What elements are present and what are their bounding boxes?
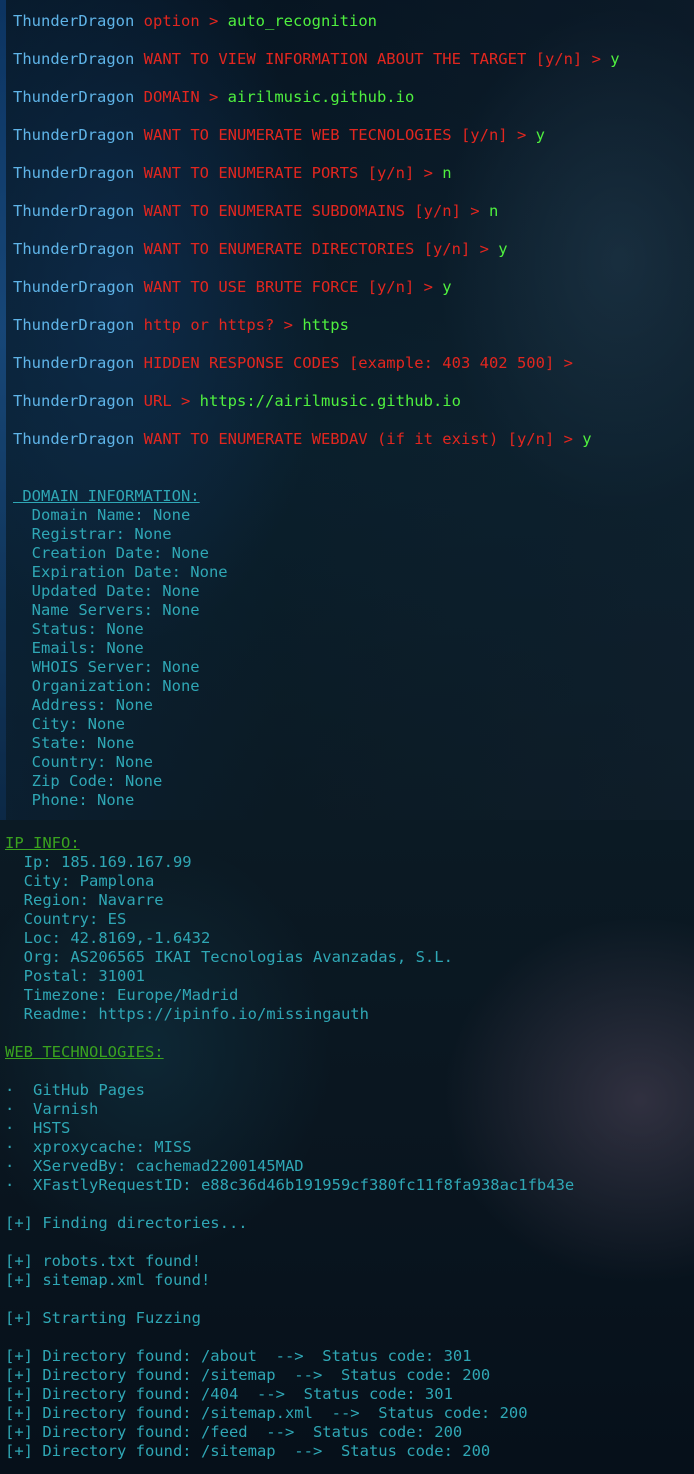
domain-info-row: Domain Name: None bbox=[13, 506, 191, 524]
prompt-user: ThunderDragon bbox=[13, 354, 135, 372]
prompt-question: option > bbox=[143, 12, 228, 30]
finding-directories-line: [+] Finding directories... bbox=[5, 1214, 248, 1232]
fuzzing-line: [+] Strarting Fuzzing bbox=[5, 1309, 201, 1327]
prompt-answer: n bbox=[488, 202, 499, 220]
domain-info-row: Name Servers: None bbox=[13, 601, 200, 619]
prompt-user: ThunderDragon bbox=[13, 12, 135, 30]
sitemap-found-line: [+] sitemap.xml found! bbox=[5, 1271, 211, 1289]
domain-info-row: Country: None bbox=[13, 753, 153, 771]
prompt-user: ThunderDragon bbox=[13, 278, 135, 296]
domain-info-row: WHOIS Server: None bbox=[13, 658, 200, 676]
domain-info-row: Phone: None bbox=[13, 791, 135, 809]
directory-found-line: [+] Directory found: /sitemap --> Status… bbox=[5, 1366, 491, 1384]
directory-found-line: [+] Directory found: /sitemap.xml --> St… bbox=[5, 1404, 528, 1422]
web-tech-heading: WEB TECHNOLOGIES: bbox=[5, 1043, 164, 1061]
prompt-user: ThunderDragon bbox=[13, 126, 135, 144]
directory-found-line: [+] Directory found: /sitemap --> Status… bbox=[5, 1442, 491, 1460]
prompt-answer: auto_recognition bbox=[227, 12, 377, 30]
prompt-user: ThunderDragon bbox=[13, 430, 135, 448]
prompt-line: ThunderDragon WANT TO ENUMERATE WEBDAV (… bbox=[13, 430, 592, 449]
domain-info-row: Address: None bbox=[13, 696, 153, 714]
prompt-answer: y bbox=[535, 126, 545, 144]
prompt-user: ThunderDragon bbox=[13, 240, 135, 258]
directory-found-line: [+] Directory found: /feed --> Status co… bbox=[5, 1423, 463, 1441]
ip-info-row: Timezone: Europe/Madrid bbox=[5, 986, 239, 1004]
prompt-answer: y bbox=[498, 240, 508, 258]
prompt-answer: y bbox=[582, 430, 592, 448]
web-tech-row: · HSTS bbox=[5, 1119, 71, 1137]
domain-info-row: Creation Date: None bbox=[13, 544, 209, 562]
ip-info-row: Org: AS206565 IKAI Tecnologias Avanzadas… bbox=[5, 948, 453, 966]
directory-found-line: [+] Directory found: /404 --> Status cod… bbox=[5, 1385, 453, 1403]
web-tech-row: · XServedBy: cachemad2200145MAD bbox=[5, 1157, 304, 1175]
robots-found-line: [+] robots.txt found! bbox=[5, 1252, 201, 1270]
directory-found-line: [+] Directory found: /about --> Status c… bbox=[5, 1347, 472, 1365]
domain-info-row: Updated Date: None bbox=[13, 582, 200, 600]
domain-info-row: Registrar: None bbox=[13, 525, 172, 543]
prompt-line: ThunderDragon HIDDEN RESPONSE CODES [exa… bbox=[13, 354, 582, 373]
ip-info-row: Readme: https://ipinfo.io/missingauth bbox=[5, 1005, 369, 1023]
terminal-output: ThunderDragon option > auto_recognition … bbox=[0, 0, 694, 1460]
ip-info-row: Country: ES bbox=[5, 910, 127, 928]
prompt-question: WANT TO ENUMERATE WEB TECNOLOGIES [y/n] … bbox=[143, 126, 536, 144]
prompt-answer: n bbox=[442, 164, 452, 182]
prompt-question: WANT TO ENUMERATE WEBDAV (if it exist) [… bbox=[143, 430, 583, 448]
prompt-line: ThunderDragon WANT TO ENUMERATE PORTS [y… bbox=[13, 164, 452, 183]
prompt-line: ThunderDragon WANT TO ENUMERATE WEB TECN… bbox=[13, 126, 545, 145]
prompt-user: ThunderDragon bbox=[13, 164, 135, 182]
prompt-line: ThunderDragon http or https? > https bbox=[13, 316, 349, 335]
domain-info-row: Expiration Date: None bbox=[13, 563, 228, 581]
prompt-line: ThunderDragon option > auto_recognition bbox=[13, 12, 377, 31]
prompt-line: ThunderDragon WANT TO VIEW INFORMATION A… bbox=[13, 50, 620, 69]
prompt-answer: airilmusic.github.io bbox=[227, 88, 415, 106]
prompt-line: ThunderDragon WANT TO ENUMERATE DIRECTOR… bbox=[13, 240, 508, 259]
web-tech-row: · GitHub Pages bbox=[5, 1081, 145, 1099]
domain-info-row: Status: None bbox=[13, 620, 144, 638]
prompt-question: WANT TO ENUMERATE PORTS [y/n] > bbox=[143, 164, 443, 182]
ip-info-row: Loc: 42.8169,-1.6432 bbox=[5, 929, 211, 947]
domain-info-heading: DOMAIN INFORMATION: bbox=[13, 487, 200, 505]
ip-info-row: Ip: 185.169.167.99 bbox=[5, 853, 192, 871]
prompt-user: ThunderDragon bbox=[13, 202, 135, 220]
domain-info-row: Emails: None bbox=[13, 639, 144, 657]
prompt-question: WANT TO USE BRUTE FORCE [y/n] > bbox=[143, 278, 443, 296]
ip-info-row: City: Pamplona bbox=[5, 872, 155, 890]
domain-info-row: Organization: None bbox=[13, 677, 200, 695]
ip-info-row: Postal: 31001 bbox=[5, 967, 145, 985]
prompt-line: ThunderDragon DOMAIN > airilmusic.github… bbox=[13, 88, 414, 107]
prompt-question: URL > bbox=[143, 392, 200, 410]
prompt-question: http or https? > bbox=[143, 316, 303, 334]
ip-info-heading: IP INFO: bbox=[5, 834, 80, 852]
prompt-user: ThunderDragon bbox=[13, 316, 135, 334]
prompt-answer: https bbox=[302, 316, 349, 334]
web-tech-row: · XFastlyRequestID: e88c36d46b191959cf38… bbox=[5, 1176, 575, 1194]
prompt-question: DOMAIN > bbox=[143, 88, 228, 106]
prompt-user: ThunderDragon bbox=[13, 392, 135, 410]
prompt-answer: https://airilmusic.github.io bbox=[199, 392, 461, 410]
prompt-user: ThunderDragon bbox=[13, 50, 135, 68]
prompt-question: WANT TO VIEW INFORMATION ABOUT THE TARGE… bbox=[143, 50, 611, 68]
prompt-question: WANT TO ENUMERATE SUBDOMAINS [y/n] > bbox=[143, 202, 489, 220]
web-tech-row: · xproxycache: MISS bbox=[5, 1138, 192, 1156]
prompt-line: ThunderDragon WANT TO USE BRUTE FORCE [y… bbox=[13, 278, 452, 297]
domain-info-row: City: None bbox=[13, 715, 125, 733]
domain-info-row: State: None bbox=[13, 734, 135, 752]
domain-info-row: Zip Code: None bbox=[13, 772, 163, 790]
prompt-answer: y bbox=[610, 50, 620, 68]
prompt-line: ThunderDragon URL > https://airilmusic.g… bbox=[13, 392, 461, 411]
web-tech-row: · Varnish bbox=[5, 1100, 99, 1118]
prompt-user: ThunderDragon bbox=[13, 88, 135, 106]
prompt-question: WANT TO ENUMERATE DIRECTORIES [y/n] > bbox=[143, 240, 499, 258]
prompt-question: HIDDEN RESPONSE CODES [example: 403 402 … bbox=[143, 354, 583, 372]
ip-info-row: Region: Navarre bbox=[5, 891, 164, 909]
prompt-answer: y bbox=[442, 278, 452, 296]
prompt-line: ThunderDragon WANT TO ENUMERATE SUBDOMAI… bbox=[13, 202, 498, 221]
